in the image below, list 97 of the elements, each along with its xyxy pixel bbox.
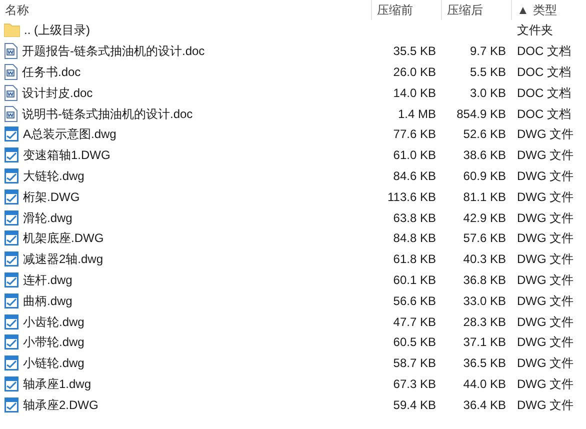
file-name[interactable]: 减速器2轴.dwg	[23, 250, 104, 268]
file-type: DOC 文档	[517, 86, 571, 100]
file-type: DWG 文件	[517, 314, 574, 329]
original-size: 84.8 KB	[393, 230, 436, 248]
file-type: DWG 文件	[517, 190, 574, 204]
original-size: 61.8 KB	[393, 251, 436, 268]
original-size: 63.8 KB	[393, 210, 436, 227]
file-type: DWG 文件	[517, 252, 574, 266]
document-icon	[4, 43, 18, 60]
compressed-size: 5.5 KB	[470, 64, 506, 81]
file-name[interactable]: 大链轮.dwg	[23, 166, 84, 185]
file-type: DWG 文件	[517, 398, 574, 412]
compressed-size: 28.3 KB	[463, 314, 506, 331]
compressed-size: 33.0 KB	[463, 292, 506, 310]
drawing-file-icon	[4, 230, 19, 246]
file-name[interactable]: 桁架.DWG	[23, 188, 80, 206]
compressed-size: 44.0 KB	[463, 376, 506, 393]
drawing-file-icon	[4, 334, 19, 350]
file-name[interactable]: 小带轮.dwg	[23, 333, 84, 352]
compressed-size: 854.9 KB	[456, 106, 506, 123]
original-size: 35.5 KB	[393, 43, 436, 60]
document-icon	[4, 64, 18, 80]
file-name[interactable]: 轴承座2.DWG	[23, 396, 98, 414]
file-name[interactable]: 小齿轮.dwg	[23, 312, 84, 331]
file-name[interactable]: .. (上级目录)	[24, 21, 90, 40]
original-size: 61.0 KB	[393, 147, 436, 164]
file-name[interactable]: 设计封皮.doc	[22, 84, 93, 102]
file-name[interactable]: 小链轮.dwg	[23, 354, 84, 372]
folder-icon	[4, 23, 20, 38]
file-name[interactable]: 变速箱轴1.DWG	[23, 146, 110, 164]
compressed-size: 38.6 KB	[463, 147, 506, 164]
file-name[interactable]: 任务书.doc	[22, 62, 81, 81]
file-name[interactable]: A总装示意图.dwg	[23, 125, 116, 144]
original-size: 58.7 KB	[393, 355, 436, 372]
file-type: 文件夹	[517, 23, 553, 38]
drawing-file-icon	[4, 188, 19, 205]
original-size: 1.4 MB	[398, 106, 436, 123]
original-size: 67.3 KB	[393, 376, 436, 393]
file-name[interactable]: 连杆.dwg	[23, 270, 72, 289]
original-size: 77.6 KB	[393, 126, 436, 144]
drawing-file-icon	[4, 126, 19, 142]
document-icon	[4, 106, 18, 122]
column-header[interactable]: ▲ 类型	[512, 0, 586, 20]
compressed-size: 81.1 KB	[463, 188, 506, 206]
drawing-file-icon	[4, 355, 19, 372]
file-type: DWG 文件	[517, 376, 574, 391]
file-type: DWG 文件	[517, 168, 574, 183]
file-name[interactable]: 说明书-链条式抽油机的设计.doc	[22, 104, 193, 123]
file-name[interactable]: 机架底座.DWG	[23, 229, 104, 248]
drawing-file-icon	[4, 210, 19, 226]
original-size: 84.6 KB	[393, 168, 436, 185]
file-type: DOC 文档	[517, 64, 571, 79]
file-name[interactable]: 开题报告-链条式抽油机的设计.doc	[22, 42, 205, 60]
compressed-size: 36.5 KB	[463, 355, 506, 372]
compressed-size: 40.3 KB	[463, 251, 506, 268]
original-size: 47.7 KB	[393, 314, 436, 331]
file-type: DWG 文件	[517, 272, 574, 287]
drawing-file-icon	[4, 251, 19, 268]
column-header[interactable]: 压缩后	[442, 0, 512, 20]
drawing-file-icon	[4, 314, 19, 330]
drawing-file-icon	[4, 147, 19, 164]
compressed-size: 3.0 KB	[470, 84, 506, 102]
file-name[interactable]: 滑轮.dwg	[23, 208, 72, 227]
file-type: DOC 文档	[517, 106, 571, 121]
original-size: 60.1 KB	[393, 272, 436, 289]
drawing-file-icon	[4, 292, 19, 309]
file-type: DWG 文件	[517, 210, 574, 225]
file-type: DWG 文件	[517, 335, 574, 350]
file-type: DWG 文件	[517, 231, 574, 246]
column-header[interactable]: 名称	[0, 0, 372, 20]
file-type: DWG 文件	[517, 148, 574, 162]
drawing-file-icon	[4, 396, 19, 413]
file-type: DWG 文件	[517, 127, 574, 142]
file-type: DOC 文档	[517, 44, 571, 58]
file-type: DWG 文件	[517, 294, 574, 308]
compressed-size: 60.9 KB	[463, 168, 506, 185]
column-header[interactable]: 压缩前	[372, 0, 442, 20]
drawing-file-icon	[4, 168, 19, 184]
file-name[interactable]: 轴承座1.dwg	[23, 374, 92, 393]
original-size: 59.4 KB	[393, 396, 436, 414]
original-size: 14.0 KB	[393, 84, 436, 102]
compressed-size: 52.6 KB	[463, 126, 506, 144]
compressed-size: 37.1 KB	[463, 334, 506, 352]
document-icon	[4, 84, 18, 101]
file-type: DWG 文件	[517, 356, 574, 370]
original-size: 60.5 KB	[393, 334, 436, 352]
drawing-file-icon	[4, 272, 19, 288]
compressed-size: 36.4 KB	[463, 396, 506, 414]
compressed-size: 9.7 KB	[470, 43, 506, 60]
file-name[interactable]: 曲柄.dwg	[23, 292, 72, 310]
original-size: 56.6 KB	[393, 292, 436, 310]
original-size: 113.6 KB	[388, 188, 436, 206]
compressed-size: 57.6 KB	[463, 230, 506, 248]
compressed-size: 36.8 KB	[463, 272, 506, 289]
compressed-size: 42.9 KB	[463, 210, 506, 227]
drawing-file-icon	[4, 376, 19, 392]
original-size: 26.0 KB	[393, 64, 436, 81]
